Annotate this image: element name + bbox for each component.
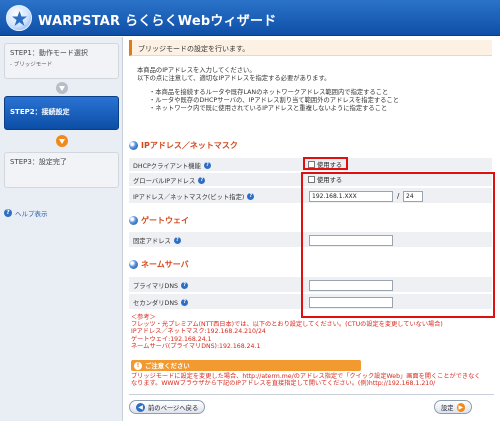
section-heading-label: ゲートウェイ xyxy=(141,216,189,225)
section-heading-label: ネームサーバ xyxy=(141,260,189,269)
step-label: STEP1：動作モード選択 xyxy=(10,49,88,57)
ip-netmask-label: IPアドレス／ネットマスク(ビット指定) ? xyxy=(133,192,255,201)
ip-section-heading: IPアドレス／ネットマスク xyxy=(129,139,238,152)
dns-section-heading: ネームサーバ xyxy=(129,258,189,271)
intro-line: 本商品のIPアドレスを入力してください。 xyxy=(137,67,256,74)
caution-line: なります。WWWブラウザから下記のIPアドレスを直接指定して開いてください。(例… xyxy=(131,380,436,388)
intro-bullets: ・本商品を接続するルータや既存LANのネットワークアドレス範囲内で指定すること … xyxy=(137,89,399,113)
step-label: STEP2：接続設定 xyxy=(10,108,70,116)
help-icon[interactable]: ? xyxy=(181,282,189,289)
set-button[interactable]: 設定 ▶ xyxy=(434,400,472,414)
secondary-dns-label: セカンダリDNS ? xyxy=(133,298,189,307)
intro-text: 本商品のIPアドレスを入力してください。 以下の点に注意して、適切なIPアドレス… xyxy=(137,67,399,113)
row-label-text: IPアドレス／ネットマスク(ビット指定) xyxy=(133,194,245,201)
row-label-text: グローバルIPアドレス xyxy=(133,178,196,185)
bullet-item: ・ルータや既存のDHCPサーバの、IPアドレス割り当て範囲外のアドレスを指定する… xyxy=(149,97,400,104)
set-button-label: 設定 xyxy=(441,404,454,412)
row-label-text: 固定アドレス xyxy=(133,238,171,245)
gateway-section-heading: ゲートウェイ xyxy=(129,214,189,227)
note-line: ネームサーバ(プライマリDNS):192.168.24.1 xyxy=(131,342,261,350)
row-label-text: プライマリDNS xyxy=(133,283,179,290)
section-swirl-icon xyxy=(129,141,138,150)
section-heading-label: IPアドレス／ネットマスク xyxy=(141,141,238,150)
back-button[interactable]: ◀ 前のページへ戻る xyxy=(129,400,206,414)
step-arrow-icon xyxy=(56,135,68,147)
main-content: ブリッジモードの設定を行います。 本商品のIPアドレスを入力してください。 以下… xyxy=(125,37,500,421)
section-swirl-icon xyxy=(129,216,138,225)
sidebar-step-2-active: STEP2：接続設定 xyxy=(4,96,119,130)
help-icon[interactable]: ? xyxy=(203,162,211,169)
global-ip-label: グローバルIPアドレス ? xyxy=(133,176,206,185)
help-icon: ? xyxy=(4,209,12,217)
caution-title: ご注意ください xyxy=(145,362,190,370)
page-title-bar: ブリッジモードの設定を行います。 xyxy=(129,40,492,56)
section-swirl-icon xyxy=(129,260,138,269)
back-button-label: 前のページへ戻る xyxy=(148,404,199,412)
caution-text: ブリッジモードに設定を変更した場合、http://aterm.me/のアドレス指… xyxy=(131,373,480,388)
bullet-item: ・本商品を接続するルータや既存LANのネットワークアドレス範囲内で指定すること xyxy=(149,89,389,96)
help-icon[interactable]: ? xyxy=(198,177,206,184)
row-label-text: セカンダリDNS xyxy=(133,300,179,307)
note-line: フレッツ・光プレミアム(NTT西日本)では、以下のとおり設定してください。(CT… xyxy=(131,321,443,329)
back-arrow-icon: ◀ xyxy=(136,402,145,412)
warpstar-logo-icon xyxy=(6,5,32,31)
step-sub-label: - ブリッジモード xyxy=(10,62,53,68)
help-icon[interactable]: ? xyxy=(247,193,255,200)
reference-notes: ＜参考＞ フレッツ・光プレミアム(NTT西日本)では、以下のとおり設定してくださ… xyxy=(131,314,443,350)
settings-highlight-box xyxy=(301,172,495,318)
warning-icon: ! xyxy=(134,361,142,370)
help-label: ヘルプ表示 xyxy=(15,210,48,218)
sidebar-step-1: STEP1：動作モード選択 - ブリッジモード xyxy=(4,43,119,79)
note-line: ゲートウェイ:192.168.24.1 xyxy=(131,335,212,343)
dhcp-label: DHCPクライアント機能 ? xyxy=(133,161,211,170)
caution-banner: ! ご注意ください xyxy=(131,360,361,371)
help-icon[interactable]: ? xyxy=(181,299,189,306)
dhcp-highlight-box xyxy=(303,157,348,170)
sidebar-step-3: STEP3：設定完了 xyxy=(4,152,119,188)
bullet-item: ・ネットワーク内で既に使用されているIPアドレスと重複しないように指定すること xyxy=(149,105,388,112)
step-label: STEP3：設定完了 xyxy=(10,158,67,166)
app-title: WARPSTAR らくらくWebウィザード xyxy=(38,14,277,29)
help-link[interactable]: ? ヘルプ表示 xyxy=(4,208,48,218)
note-line: IPアドレス／ネットマスク:192.168.24.210/24 xyxy=(131,328,266,336)
bottom-action-bar: ◀ 前のページへ戻る 設定 ▶ xyxy=(129,394,494,418)
gateway-label: 固定アドレス ? xyxy=(133,236,181,245)
row-label-text: DHCPクライアント機能 xyxy=(133,163,201,170)
wizard-sidebar: STEP1：動作モード選択 - ブリッジモード STEP2：接続設定 STEP3… xyxy=(0,37,123,421)
app-header: WARPSTAR らくらくWebウィザード xyxy=(0,0,500,36)
intro-line: 以下の点に注意して、適切なIPアドレスを指定する必要があります。 xyxy=(137,75,331,82)
page-title: ブリッジモードの設定を行います。 xyxy=(138,45,250,53)
help-icon[interactable]: ? xyxy=(173,237,181,244)
next-arrow-icon: ▶ xyxy=(456,402,465,412)
step-arrow-icon xyxy=(56,82,68,94)
primary-dns-label: プライマリDNS ? xyxy=(133,281,189,290)
